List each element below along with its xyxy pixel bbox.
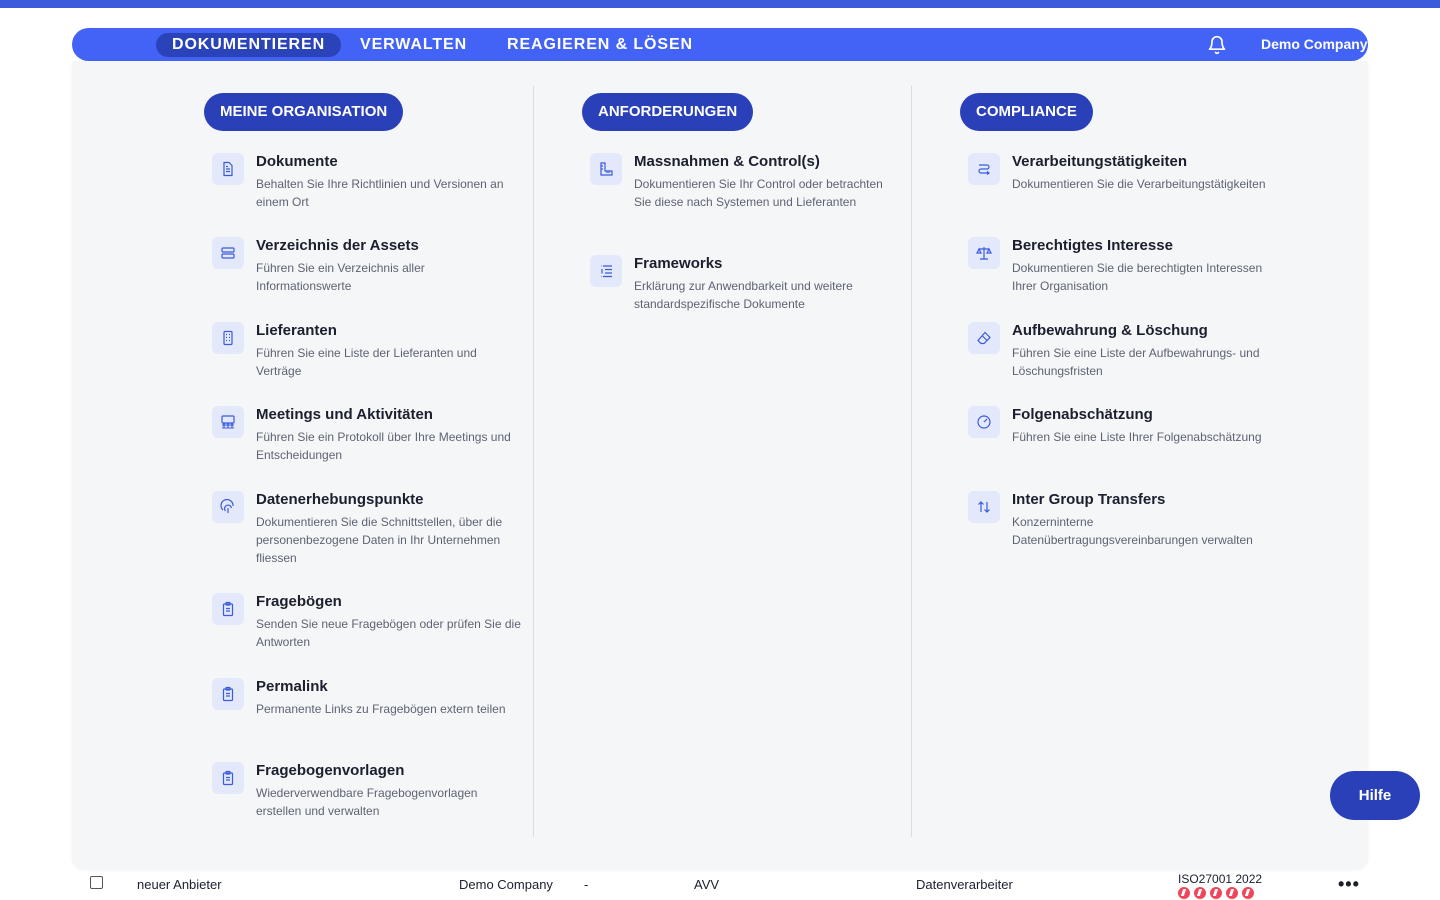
heading-anforderungen: ANFORDERUNGEN	[582, 93, 754, 131]
column-divider	[911, 86, 912, 837]
eraser-icon	[968, 322, 1000, 354]
clipboard-icon	[212, 593, 244, 625]
alert-icon	[1242, 887, 1254, 899]
row-checkbox[interactable]	[90, 876, 103, 889]
heading-compliance: COMPLIANCE	[960, 93, 1093, 131]
building-icon	[212, 322, 244, 354]
gauge-icon	[968, 406, 1000, 438]
tab-reagieren-loesen[interactable]: REAGIEREN & LÖSEN	[491, 33, 709, 57]
row-role: Datenverarbeiter	[916, 877, 1013, 892]
row-standard: ISO27001 2022	[1178, 872, 1263, 886]
alert-icon	[1194, 887, 1206, 899]
tab-dokumentieren[interactable]: DOKUMENTIEREN	[156, 33, 342, 57]
row-company: Demo Company	[459, 877, 553, 892]
alert-icon	[1226, 887, 1238, 899]
main-navigation: DOKUMENTIEREN VERWALTEN REAGIEREN & LÖSE…	[72, 28, 1423, 61]
clipboard-icon	[212, 762, 244, 794]
meeting-icon	[212, 406, 244, 438]
list-icon	[590, 255, 622, 287]
help-button[interactable]: Hilfe	[1330, 771, 1420, 820]
top-accent-strip	[0, 0, 1440, 8]
clipboard-icon	[212, 678, 244, 710]
ruler-icon	[590, 153, 622, 185]
bell-icon[interactable]	[1207, 35, 1227, 55]
company-switcher[interactable]: Demo Company	[1261, 36, 1368, 52]
server-icon	[212, 237, 244, 269]
row-name[interactable]: neuer Anbieter	[137, 877, 222, 892]
tab-verwalten[interactable]: VERWALTEN	[344, 33, 483, 57]
alert-icon	[1178, 887, 1190, 899]
row-contract-type: AVV	[694, 877, 720, 892]
column-divider	[533, 86, 534, 837]
scale-icon	[968, 237, 1000, 269]
route-icon	[968, 153, 1000, 185]
transfer-icon	[968, 491, 1000, 523]
row-empty-value: -	[584, 877, 589, 892]
more-options-icon[interactable]: •••	[1338, 874, 1360, 895]
status-dots	[1178, 887, 1254, 899]
gear-icon[interactable]	[1408, 37, 1424, 53]
document-icon	[212, 153, 244, 185]
alert-icon	[1210, 887, 1222, 899]
heading-meine-organisation: MEINE ORGANISATION	[204, 93, 404, 131]
fingerprint-icon	[212, 491, 244, 523]
table-row: neuer Anbieter Demo Company - AVV Datenv…	[0, 870, 1440, 900]
